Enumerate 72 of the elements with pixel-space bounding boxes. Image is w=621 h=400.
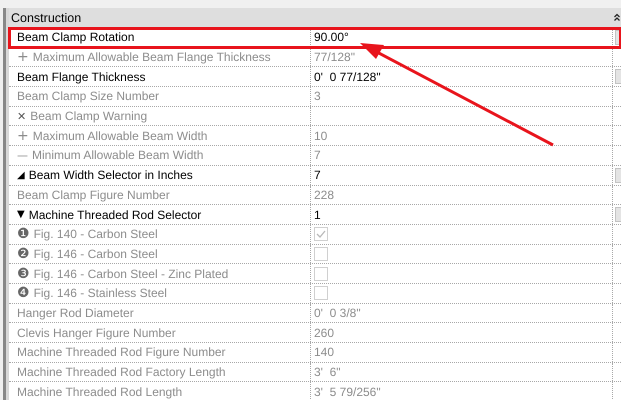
- property-value[interactable]: 1: [314, 208, 321, 222]
- property-label: Beam Clamp Warning: [30, 109, 148, 124]
- property-value: 10: [314, 128, 328, 143]
- property-row[interactable]: Beam Flange Thickness 0' 0 77/128": [9, 67, 621, 88]
- property-label: Machine Threaded Rod Selector: [28, 208, 202, 222]
- property-row[interactable]: + Maximum Allowable Beam Width 10: [9, 126, 621, 146]
- property-label: Beam Clamp Size Number: [17, 89, 160, 104]
- property-label: Maximum Allowable Beam Flange Thickness: [32, 50, 271, 64]
- cross-icon: ✕: [17, 110, 26, 123]
- property-row[interactable]: Beam Clamp Size Number 3: [9, 87, 621, 107]
- property-value: 3' 6": [314, 365, 341, 380]
- collapse-icon[interactable]: [614, 13, 620, 22]
- number-icon: ❶: [17, 226, 30, 242]
- caret-icon: ▼: [17, 209, 25, 220]
- checkbox[interactable]: [314, 227, 328, 242]
- property-label: Beam Clamp Figure Number: [17, 188, 170, 202]
- minus-icon: —: [17, 148, 28, 162]
- checkbox[interactable]: [314, 286, 328, 300]
- property-value: 260: [314, 326, 334, 340]
- row-button[interactable]: [615, 69, 621, 84]
- property-row[interactable]: Machine Threaded Rod Factory Length 3' 6": [9, 362, 621, 382]
- property-row[interactable]: ❶ Fig. 140 - Carbon Steel: [9, 224, 621, 245]
- triangle-icon: ◢: [17, 170, 25, 181]
- number-icon: ❹: [17, 285, 30, 302]
- property-row[interactable]: ✕ Beam Clamp Warning: [9, 106, 621, 126]
- property-value: 140: [314, 345, 334, 360]
- row-button[interactable]: [615, 30, 621, 45]
- property-row[interactable]: ▼ Machine Threaded Rod Selector 1: [9, 205, 621, 225]
- property-label: Hanger Rod Diameter: [17, 306, 134, 320]
- property-label: Machine Threaded Rod Figure Number: [17, 345, 226, 360]
- property-row[interactable]: Machine Threaded Rod Figure Number 140: [9, 343, 621, 363]
- checkbox[interactable]: [314, 266, 328, 281]
- checkbox[interactable]: [314, 246, 328, 261]
- property-value: 228: [314, 188, 334, 202]
- property-row[interactable]: Beam Clamp Figure Number 228: [9, 186, 621, 206]
- property-value[interactable]: 0' 0 77/128": [314, 70, 381, 84]
- property-value: 7: [314, 148, 321, 162]
- property-label: Maximum Allowable Beam Width: [32, 128, 208, 143]
- property-value: 3: [314, 89, 321, 104]
- property-row[interactable]: ❹ Fig. 146 - Stainless Steel: [9, 284, 621, 304]
- number-icon: ❷: [17, 246, 30, 262]
- property-label: Machine Threaded Rod Factory Length: [17, 365, 226, 380]
- property-label: Fig. 146 - Stainless Steel: [34, 286, 167, 300]
- property-row[interactable]: Clevis Hanger Figure Number 260: [9, 323, 621, 343]
- property-label: Fig. 146 - Carbon Steel: [34, 246, 158, 261]
- property-value: 0' 0 3/8": [314, 306, 361, 320]
- property-label: Beam Clamp Rotation: [17, 30, 134, 44]
- property-row[interactable]: ◢ Beam Width Selector in Inches 7: [9, 166, 621, 186]
- property-label: Beam Flange Thickness: [17, 70, 146, 84]
- category-title: Construction: [10, 10, 82, 24]
- property-value[interactable]: 90.00°: [314, 30, 349, 44]
- property-label: Beam Width Selector in Inches: [28, 168, 193, 182]
- plus-icon: +: [17, 49, 29, 66]
- property-row[interactable]: Hanger Rod Diameter 0' 0 3/8": [9, 304, 621, 324]
- row-button[interactable]: [615, 207, 621, 222]
- property-value: 77/128": [314, 50, 355, 64]
- property-row[interactable]: Machine Threaded Rod Length 3' 5 79/256": [9, 382, 621, 400]
- property-row[interactable]: ❸ Fig. 146 - Carbon Steel - Zinc Plated: [9, 264, 621, 284]
- property-label: Fig. 146 - Carbon Steel - Zinc Plated: [34, 266, 228, 281]
- category-header[interactable]: Construction: [9, 8, 621, 28]
- property-label: Minimum Allowable Beam Width: [32, 148, 204, 162]
- property-label: Clevis Hanger Figure Number: [17, 326, 176, 340]
- property-row[interactable]: Beam Clamp Rotation 90.00°: [9, 28, 621, 48]
- property-value: 3' 5 79/256": [314, 384, 381, 399]
- property-row[interactable]: ❷ Fig. 146 - Carbon Steel: [9, 244, 621, 264]
- row-button[interactable]: [615, 168, 621, 183]
- property-value[interactable]: 7: [314, 168, 321, 182]
- number-icon: ❸: [17, 266, 30, 282]
- plus-icon: +: [17, 128, 29, 144]
- property-row[interactable]: — Minimum Allowable Beam Width 7: [9, 146, 621, 166]
- property-label: Machine Threaded Rod Length: [17, 384, 182, 399]
- property-label: Fig. 140 - Carbon Steel: [34, 227, 158, 242]
